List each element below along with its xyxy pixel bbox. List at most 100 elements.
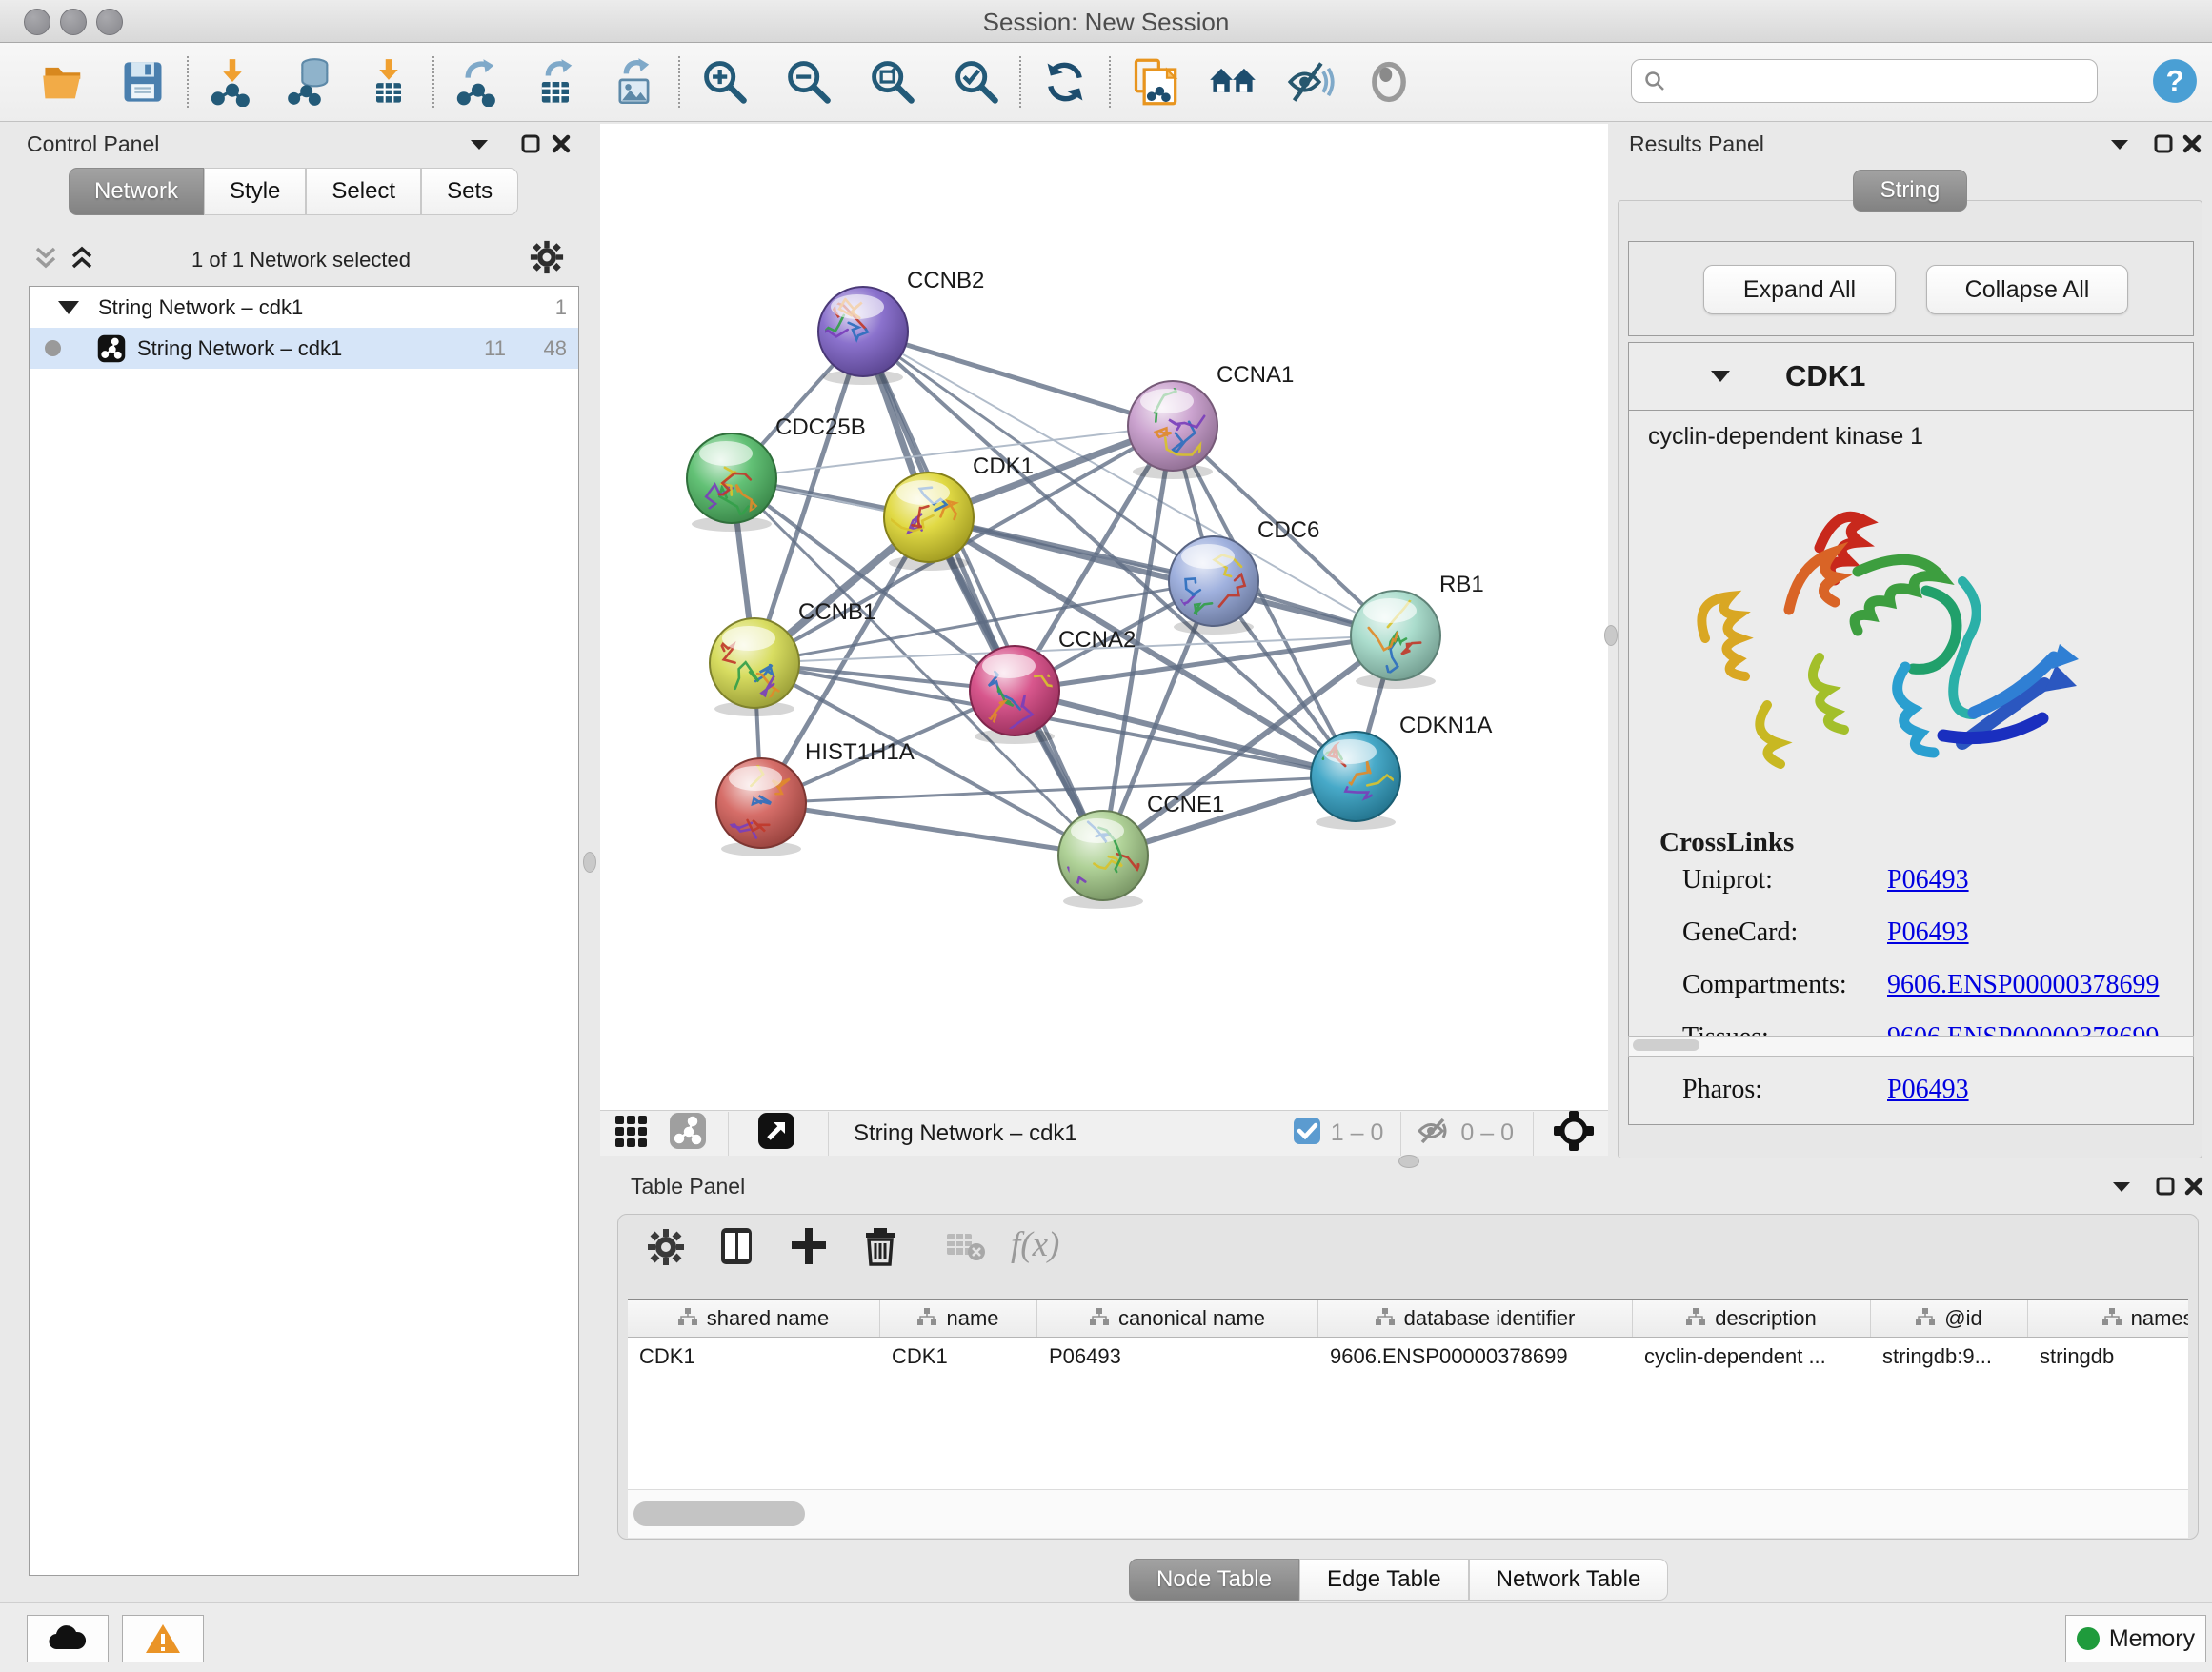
collapse-entry-icon[interactable] <box>1709 368 1732 385</box>
import-table-file-icon[interactable] <box>362 55 415 109</box>
result-entry-header[interactable]: CDK1 <box>1629 343 2193 411</box>
expand-all-button[interactable]: Expand All <box>1703 265 1896 314</box>
tab-edge-table[interactable]: Edge Table <box>1299 1559 1469 1601</box>
table-cell[interactable]: P06493 <box>1037 1338 1318 1376</box>
table-cell[interactable]: CDK1 <box>880 1338 1037 1376</box>
warnings-button[interactable] <box>122 1615 204 1662</box>
table-cell[interactable]: stringdb <box>2028 1338 2188 1376</box>
bottom-splitter-handle[interactable] <box>1398 1155 1419 1168</box>
add-column-icon[interactable] <box>790 1226 828 1271</box>
tab-select[interactable]: Select <box>306 168 421 215</box>
shared-column-icon <box>678 1306 697 1331</box>
select-columns-icon[interactable] <box>717 1226 755 1271</box>
column-header-shared-name[interactable]: shared name <box>628 1300 880 1337</box>
table-cell[interactable]: stringdb:9... <box>1871 1338 2028 1376</box>
edge-CDK1-RB1[interactable] <box>929 517 1396 635</box>
table-row[interactable]: CDK1CDK1P064939606.ENSP00000378699cyclin… <box>628 1338 2188 1376</box>
hide-panel-eye-icon[interactable] <box>1284 55 1337 109</box>
network-options-gear-icon[interactable] <box>530 240 564 279</box>
node-HIST1H1A[interactable]: HIST1H1A <box>716 739 915 848</box>
delete-column-trash-icon[interactable] <box>862 1226 898 1271</box>
table-gear-icon[interactable] <box>647 1228 685 1271</box>
table-cell[interactable]: 9606.ENSP00000378699 <box>1318 1338 1633 1376</box>
maximize-panel-icon[interactable] <box>2155 1176 2176 1201</box>
column-header-namespace[interactable]: namespace <box>2028 1300 2188 1337</box>
search-input[interactable] <box>1666 68 2085 94</box>
node-CCNA1[interactable]: CCNA1 <box>1128 362 1294 471</box>
show-panel-eye-icon[interactable] <box>1362 55 1416 109</box>
shared-column-icon <box>1376 1306 1395 1331</box>
float-panel-icon[interactable] <box>469 137 490 157</box>
zoom-in-icon[interactable] <box>697 55 751 109</box>
help-button[interactable]: ? <box>2151 57 2199 110</box>
network-tree-network[interactable]: String Network – cdk11148 <box>30 328 578 369</box>
node-RB1[interactable]: RB1 <box>1351 572 1484 680</box>
network-share-icon[interactable] <box>669 1112 707 1156</box>
close-panel-icon[interactable] <box>2183 1176 2204 1201</box>
table-cell[interactable]: cyclin-dependent ... <box>1633 1338 1871 1376</box>
open-in-window-icon[interactable] <box>757 1112 795 1156</box>
float-panel-icon[interactable] <box>2111 1179 2132 1199</box>
table-hscrollbar[interactable] <box>628 1489 2188 1538</box>
node-CDK1[interactable]: CDK1 <box>884 453 1034 562</box>
crosslink-link[interactable]: P06493 <box>1887 917 1969 948</box>
crosslink-link[interactable]: P06493 <box>1887 865 1969 896</box>
selected-checkbox-icon[interactable] <box>1293 1117 1321 1151</box>
tab-string[interactable]: String <box>1853 170 1967 212</box>
import-network-database-icon[interactable] <box>284 55 337 109</box>
node-CDC25B[interactable]: CDC25B <box>687 414 866 523</box>
hidden-eye-slash-icon[interactable] <box>1417 1117 1451 1151</box>
crosslink-link[interactable]: P06493 <box>1887 1075 1969 1105</box>
table-hscrollbar-thumb[interactable] <box>633 1501 805 1526</box>
memory-button[interactable]: Memory <box>2065 1615 2206 1662</box>
crosslink-link[interactable]: 9606.ENSP00000378699 <box>1887 970 2159 1000</box>
refresh-icon[interactable] <box>1038 55 1092 109</box>
close-panel-icon[interactable] <box>551 133 572 159</box>
collapse-all-nets-icon[interactable] <box>32 244 59 277</box>
export-table-icon[interactable] <box>530 55 583 109</box>
export-network-icon[interactable] <box>452 55 505 109</box>
network-tree-collection[interactable]: String Network – cdk11 <box>30 287 578 328</box>
maximize-panel-icon[interactable] <box>520 133 541 159</box>
collapse-all-button[interactable]: Collapse All <box>1926 265 2128 314</box>
right-splitter-handle[interactable] <box>1604 625 1618 646</box>
column-header-description[interactable]: description <box>1633 1300 1871 1337</box>
export-image-icon[interactable] <box>608 55 661 109</box>
tab-network[interactable]: Network <box>69 168 204 215</box>
cloud-button[interactable] <box>27 1615 109 1662</box>
zoom-out-icon[interactable] <box>781 55 835 109</box>
edge-CDKN1A-HIST1H1A[interactable] <box>761 776 1356 803</box>
center-view-target-icon[interactable] <box>1553 1110 1595 1158</box>
column-header-database-identifier[interactable]: database identifier <box>1318 1300 1633 1337</box>
import-network-file-icon[interactable] <box>206 55 259 109</box>
left-splitter-handle[interactable] <box>583 852 596 873</box>
tab-style[interactable]: Style <box>204 168 306 215</box>
column-header-name[interactable]: name <box>880 1300 1037 1337</box>
expander-icon[interactable] <box>58 301 79 314</box>
birdseye-grid-icon[interactable] <box>613 1112 652 1156</box>
maximize-panel-icon[interactable] <box>2153 133 2174 159</box>
tab-network-table[interactable]: Network Table <box>1469 1559 1669 1601</box>
close-panel-icon[interactable] <box>2182 133 2202 159</box>
expand-all-nets-icon[interactable] <box>69 244 95 277</box>
node-label-CCNB2: CCNB2 <box>907 268 984 293</box>
table-cell[interactable]: CDK1 <box>628 1338 880 1376</box>
results-scrollbar[interactable] <box>1628 1036 2194 1057</box>
tab-sets[interactable]: Sets <box>421 168 518 215</box>
zoom-fit-icon[interactable] <box>865 55 918 109</box>
open-session-icon[interactable] <box>38 55 91 109</box>
share-document-icon[interactable] <box>1128 55 1181 109</box>
results-scrollbar-thumb[interactable] <box>1633 1039 1699 1051</box>
tab-node-table[interactable]: Node Table <box>1129 1559 1299 1601</box>
string-home-icon[interactable] <box>1206 55 1259 109</box>
edge-CCNB2-CCNA1[interactable] <box>863 332 1173 426</box>
column-header-canonical-name[interactable]: canonical name <box>1037 1300 1318 1337</box>
node-CDKN1A[interactable]: CDKN1A <box>1311 713 1492 821</box>
column-header-@id[interactable]: @id <box>1871 1300 2028 1337</box>
zoom-selected-icon[interactable] <box>949 55 1002 109</box>
edge-CCNB2-CCNE1[interactable] <box>863 332 1103 856</box>
search-box[interactable] <box>1631 59 2098 103</box>
network-canvas[interactable]: CCNB2CCNA1CDC25BCDK1CDC6RB1CCNB1CCNA2CDK… <box>600 124 1608 1110</box>
save-session-icon[interactable] <box>116 55 170 109</box>
float-panel-icon[interactable] <box>2109 137 2130 157</box>
